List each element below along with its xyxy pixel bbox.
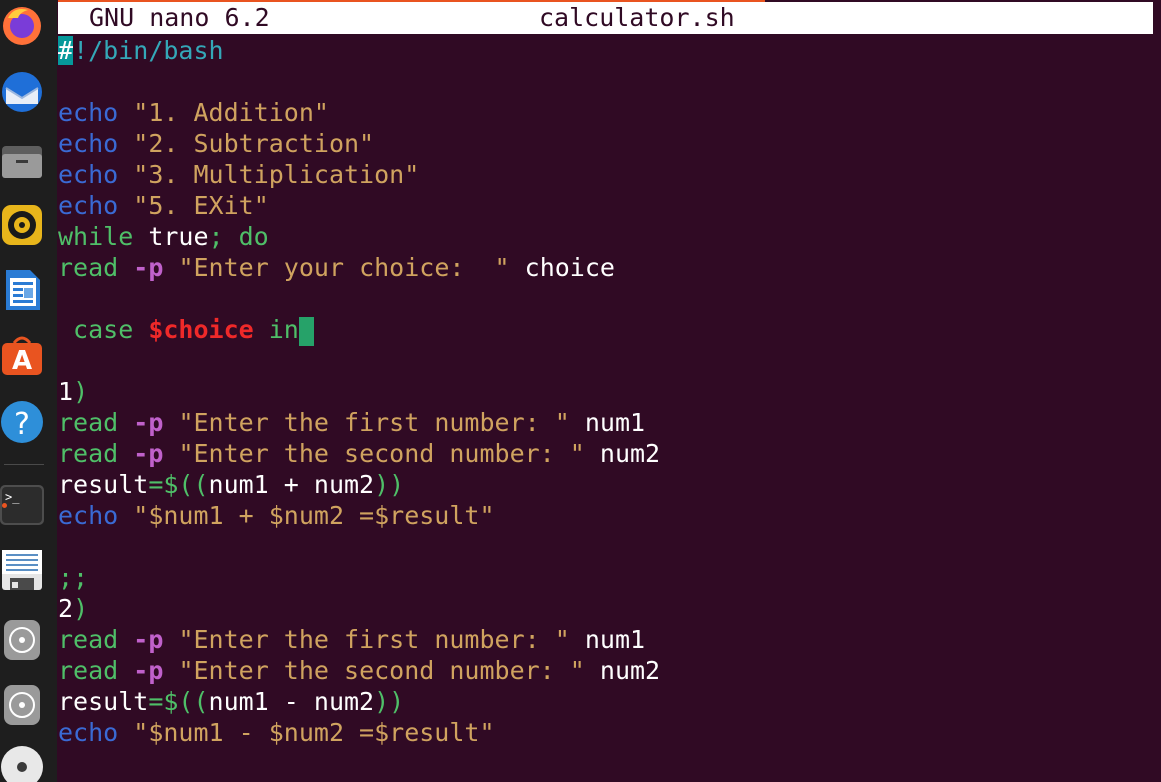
code-line: result=$((num1 + num2)) (58, 469, 1161, 500)
option-flag: -p (133, 253, 164, 282)
text-editor-icon[interactable] (0, 548, 44, 592)
keyword: echo (58, 98, 119, 127)
code-line: case $choice in (58, 314, 1161, 346)
keyword: read (58, 408, 119, 437)
keyword: echo (58, 160, 119, 189)
keyword: case (58, 315, 149, 344)
disc-icon[interactable] (0, 618, 44, 662)
keyword: ; do (208, 222, 269, 251)
thunderbird-icon[interactable] (0, 70, 44, 114)
string-literal: "3. Multiplication" (133, 160, 420, 189)
keyword: echo (58, 129, 119, 158)
dock: A ? >_ (0, 0, 57, 782)
code-line: #!/bin/bash (58, 35, 1161, 66)
code-line: echo "5. EXit" (58, 190, 1161, 221)
plain-text: choice (509, 253, 615, 282)
code-line: 2) (58, 593, 1161, 624)
plain-text: num1 - num2 (208, 687, 375, 716)
keyword: )) (374, 687, 405, 716)
keyword: ) (73, 594, 89, 623)
plain-text: 2 (58, 594, 74, 623)
keyword: =$(( (148, 470, 209, 499)
plain-text: 1 (58, 377, 74, 406)
svg-text:A: A (12, 346, 32, 376)
editor-buffer[interactable]: #!/bin/bash echo "1. Addition" echo "2. … (58, 35, 1161, 748)
code-line: result=$((num1 - num2)) (58, 686, 1161, 717)
string-literal: "1. Addition" (133, 98, 329, 127)
string-literal: "5. EXit" (133, 191, 269, 220)
plain-text: num1 + num2 (208, 470, 375, 499)
writer-icon[interactable] (0, 268, 44, 312)
shebang-text: !/bin/bash (73, 36, 224, 65)
code-line: 1) (58, 376, 1161, 407)
option-flag: -p (133, 408, 164, 437)
string-literal: "Enter the second number: " (178, 439, 585, 468)
software-icon[interactable]: A (0, 333, 44, 377)
plain-text: true (133, 222, 209, 251)
keyword: echo (58, 718, 119, 747)
plain-text: num2 (584, 439, 661, 468)
keyword: read (58, 439, 119, 468)
string-literal: "Enter your choice: " (178, 253, 510, 282)
plain-text: num2 (584, 656, 661, 685)
code-line: read -p "Enter the first number: " num1 (58, 624, 1161, 655)
string-literal: "Enter the first number: " (178, 408, 570, 437)
text-cursor (298, 316, 314, 346)
file-name: calculator.sh (539, 3, 735, 32)
code-line: echo "1. Addition" (58, 97, 1161, 128)
keyword: )) (374, 470, 405, 499)
nano-version: GNU nano 6.2 (89, 3, 270, 32)
keyword: ;; (58, 563, 89, 592)
dock-separator (4, 464, 44, 465)
option-flag: -p (133, 656, 164, 685)
plain-text: num1 (569, 408, 646, 437)
plain-text: result (58, 687, 149, 716)
disc-icon-2[interactable] (0, 683, 44, 727)
firefox-icon[interactable] (0, 4, 44, 48)
string-literal: "Enter the first number: " (178, 625, 570, 654)
string-literal: "2. Subtraction" (133, 129, 375, 158)
option-flag: -p (133, 625, 164, 654)
keyword: read (58, 253, 119, 282)
variable: $choice (148, 315, 254, 344)
nano-title-bar: GNU nano 6.2 calculator.sh (58, 0, 1153, 34)
keyword: in (253, 315, 299, 344)
code-line: read -p "Enter your choice: " choice (58, 252, 1161, 283)
terminal-window[interactable]: GNU nano 6.2 calculator.sh #!/bin/bash e… (58, 0, 1161, 782)
string-literal: "Enter the second number: " (178, 656, 585, 685)
rhythmbox-icon[interactable] (0, 203, 44, 247)
keyword: echo (58, 501, 119, 530)
help-icon[interactable]: ? (0, 400, 44, 444)
keyword: ) (73, 377, 89, 406)
code-line: echo "3. Multiplication" (58, 159, 1161, 190)
string-literal: "$num1 + $num2 =$result" (133, 501, 495, 530)
code-line: read -p "Enter the second number: " num2 (58, 438, 1161, 469)
keyword: read (58, 656, 119, 685)
svg-text:>_: >_ (5, 490, 20, 504)
keyword: =$(( (148, 687, 209, 716)
svg-text:?: ? (14, 407, 30, 442)
option-flag: -p (133, 439, 164, 468)
files-icon[interactable] (0, 140, 44, 184)
keyword: read (58, 625, 119, 654)
selection-hash: # (58, 36, 74, 65)
code-line: echo "2. Subtraction" (58, 128, 1161, 159)
code-line: ;; (58, 562, 1161, 593)
code-line: echo "$num1 + $num2 =$result" (58, 500, 1161, 531)
code-line: echo "$num1 - $num2 =$result" (58, 717, 1161, 748)
terminal-running-indicator (2, 503, 7, 508)
string-literal: "$num1 - $num2 =$result" (133, 718, 495, 747)
plain-text: result (58, 470, 149, 499)
code-line: while true; do (58, 221, 1161, 252)
plain-text: num1 (569, 625, 646, 654)
code-line: read -p "Enter the second number: " num2 (58, 655, 1161, 686)
cd-icon[interactable] (0, 745, 44, 782)
code-line: read -p "Enter the first number: " num1 (58, 407, 1161, 438)
keyword: while (58, 222, 134, 251)
keyword: echo (58, 191, 119, 220)
